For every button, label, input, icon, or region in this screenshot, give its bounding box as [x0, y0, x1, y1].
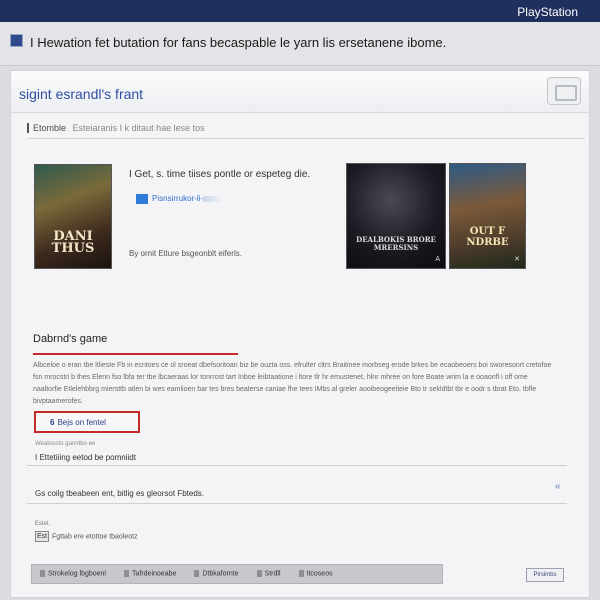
toolbar-item[interactable]: Strdll: [256, 570, 281, 578]
status-line: I Ettetiiing eetod be pomniidt: [35, 453, 136, 462]
toolbar-item-label: Tafrdeinoeabe: [132, 570, 177, 578]
toolbar-item-icon: [256, 570, 262, 578]
brand-label: PlayStation: [517, 5, 578, 19]
options-button[interactable]: Pirsimbs: [526, 568, 564, 582]
details-text: Albceloe o eran tbe ltlieste Fb in ecnto…: [33, 362, 552, 405]
toolbar-item-label: Strdll: [264, 570, 281, 578]
promo-heading: I Get, s. time tiises pontle or espeteg …: [129, 169, 311, 180]
section-description: Esteiaranis I k ditaut hae lese tos: [72, 123, 205, 133]
toolbar-item-icon: [124, 570, 129, 578]
toolbar-item-icon: [40, 570, 45, 578]
divider: [27, 503, 567, 504]
heading-underline: [33, 353, 238, 355]
game-cover-title: OUT F NDRBE: [466, 226, 509, 248]
toolbar-item[interactable]: Dtbkafornte: [194, 570, 239, 578]
section-label-text: Etomble: [33, 123, 67, 133]
panel-title: sigint esrandl's frant: [19, 86, 144, 102]
bottom-toolbar: Strokelog lbgboenl Tafrdeinoeabe Dtbkafo…: [31, 564, 443, 584]
button-label: Bejs on fentel: [57, 417, 106, 427]
toolbar-item[interactable]: Strokelog lbgboenl: [40, 570, 106, 578]
small-link[interactable]: Weatoosto ganntbo ee: [35, 441, 95, 447]
divider: [27, 465, 567, 466]
promo-note: By ornit Etlure bsgeonblt eiferls.: [129, 249, 242, 258]
game-cover-1[interactable]: DANI THUS: [34, 164, 112, 269]
checkbox[interactable]: Est: [35, 531, 49, 542]
toolbar-item[interactable]: Itcoseos: [298, 570, 333, 578]
link-fade: [203, 196, 224, 202]
window-title: I Hewation fet butation for fans becaspa…: [30, 35, 447, 50]
publisher-mark-icon: A: [435, 256, 440, 263]
panel-header: sigint esrandl's frant: [11, 71, 589, 113]
toolbar-item-label: Itcoseos: [306, 570, 333, 578]
toolbar-item-label: Strokelog lbgboenl: [48, 570, 106, 578]
section-label: Etomble Esteiaranis I k ditaut hae lese …: [27, 123, 205, 133]
game-cover-2[interactable]: DEALBOKIS BRORE MRERSINS A: [346, 163, 446, 269]
mini-label: Estel,: [35, 521, 51, 527]
title-bar: I Hewation fet butation for fans becaspa…: [0, 22, 600, 66]
collapse-icon[interactable]: «: [555, 481, 561, 492]
store-link[interactable]: Pisnsirrukor-li-: [136, 194, 224, 204]
windows-icon: [136, 194, 148, 204]
game-cover-title: DEALBOKIS BRORE MRERSINS: [356, 235, 436, 252]
notice-text: Gs coilg tbeabeen ent, bitlig es gleorso…: [35, 489, 204, 498]
checkbox-label: Fgttab ere etottoe tbaoleotz: [52, 533, 138, 541]
app-icon: [10, 34, 23, 47]
checkbox-row[interactable]: Est Fgttab ere etottoe tbaoleotz: [35, 531, 138, 542]
top-bar: PlayStation: [0, 0, 600, 22]
toolbar-item-icon: [298, 570, 304, 578]
toolbar-item[interactable]: Tafrdeinoeabe: [124, 570, 177, 578]
game-cover-title: DANI THUS: [51, 229, 95, 256]
store-link-label: Pisnsirrukor-li-: [152, 194, 204, 204]
details-heading: Dabrnd's game: [33, 333, 108, 345]
toolbar-item-icon: [194, 570, 200, 578]
main-panel: sigint esrandl's frant Etomble Esteiaran…: [10, 70, 590, 598]
primary-action-button[interactable]: 6 Bejs on fentel: [34, 411, 140, 433]
game-cover-3[interactable]: OUT F NDRBE ✕: [449, 163, 526, 269]
toolbar-item-label: Dtbkafornte: [202, 570, 239, 578]
cast-icon[interactable]: [547, 77, 581, 105]
button-icon: 6: [50, 417, 55, 427]
platform-mark-icon: ✕: [514, 256, 520, 263]
divider: [27, 138, 585, 139]
